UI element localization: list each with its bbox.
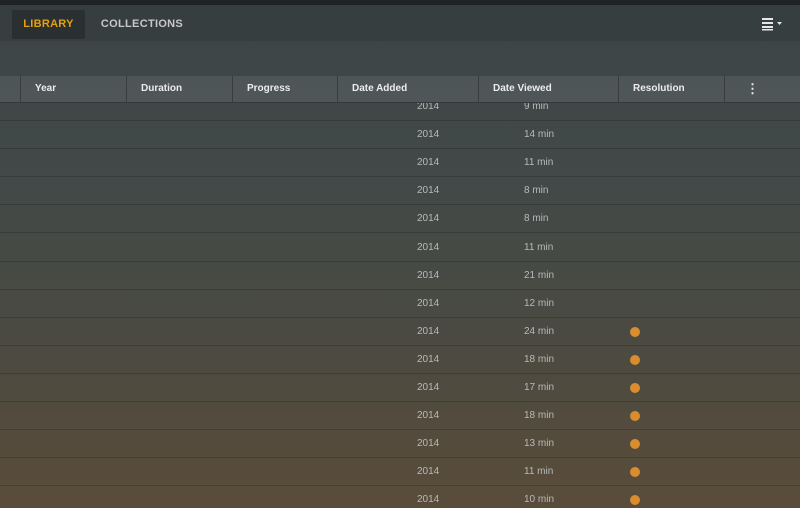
row-year: 2014 <box>417 297 440 309</box>
table-row[interactable]: 2014 12 min <box>0 290 800 318</box>
row-duration: 21 min <box>524 269 555 281</box>
row-duration: 24 min <box>524 325 555 337</box>
tab-collections[interactable]: COLLECTIONS <box>98 10 186 39</box>
row-year: 2014 <box>417 410 440 422</box>
unwatched-indicator-icon <box>630 411 640 422</box>
unwatched-indicator-icon <box>630 495 640 506</box>
unwatched-indicator-icon <box>630 354 640 365</box>
row-duration: 12 min <box>524 297 555 309</box>
table-row[interactable]: 2014 10 min <box>0 486 800 508</box>
row-duration: 14 min <box>524 129 555 141</box>
column-header-year[interactable]: Year <box>20 76 126 102</box>
table-row[interactable]: 2014 14 min <box>0 121 800 150</box>
table-row[interactable]: 2014 8 min <box>0 205 800 234</box>
table-header: Year Duration Progress Date Added Date V… <box>0 76 800 103</box>
row-duration: 17 min <box>524 382 555 393</box>
row-duration: 13 min <box>524 438 555 450</box>
unwatched-indicator-icon <box>630 383 640 393</box>
tab-bar: LIBRARY COLLECTIONS <box>0 5 800 41</box>
table-row[interactable]: 2014 11 min <box>0 149 800 178</box>
column-header-date-added[interactable]: Date Added <box>337 76 478 102</box>
column-header-progress[interactable]: Progress <box>232 76 337 102</box>
row-year: 2014 <box>417 438 440 450</box>
row-duration: 8 min <box>524 213 549 225</box>
unwatched-indicator-icon <box>630 467 640 478</box>
table-row[interactable]: 2014 17 min <box>0 374 800 402</box>
row-duration: 10 min <box>524 494 555 506</box>
column-header-title-edge[interactable] <box>0 76 20 102</box>
table-row[interactable]: 2014 21 min <box>0 262 800 290</box>
table-row[interactable]: 2014 18 min <box>0 402 800 431</box>
table-row[interactable]: 2014 9 min <box>0 103 800 121</box>
row-duration: 18 min <box>524 353 555 365</box>
row-year: 2014 <box>417 213 440 225</box>
row-year: 2014 <box>417 494 440 506</box>
row-duration: 9 min <box>524 103 549 112</box>
table-row[interactable]: 2014 11 min <box>0 458 800 487</box>
tab-library[interactable]: LIBRARY <box>12 10 85 39</box>
row-year: 2014 <box>417 382 440 393</box>
row-year: 2014 <box>417 269 440 281</box>
row-duration: 11 min <box>524 466 554 478</box>
row-duration: 18 min <box>524 410 555 422</box>
caret-down-icon <box>777 22 782 25</box>
table-body: 2014 9 min 2014 14 min 2014 11 min 2014 8 min 20… <box>0 103 800 508</box>
table-row[interactable]: 2014 18 min <box>0 346 800 374</box>
row-year: 2014 <box>417 466 440 478</box>
row-year: 2014 <box>417 241 440 253</box>
unwatched-indicator-icon <box>630 326 640 337</box>
column-header-date-viewed[interactable]: Date Viewed <box>478 76 618 102</box>
row-year: 2014 <box>417 353 440 365</box>
row-year: 2014 <box>417 325 440 337</box>
list-view-icon <box>762 18 782 31</box>
column-options-icon[interactable]: ⋮ <box>724 76 780 102</box>
view-mode-button[interactable] <box>762 16 786 32</box>
row-duration: 11 min <box>524 157 554 169</box>
row-duration: 8 min <box>524 185 549 197</box>
column-header-resolution[interactable]: Resolution <box>618 76 724 102</box>
row-year: 2014 <box>417 103 440 112</box>
column-header-duration[interactable]: Duration <box>126 76 232 102</box>
unwatched-indicator-icon <box>630 439 640 450</box>
table-row[interactable]: 2014 8 min <box>0 177 800 206</box>
row-year: 2014 <box>417 185 440 197</box>
row-year: 2014 <box>417 129 440 141</box>
row-duration: 11 min <box>524 241 554 253</box>
table-row[interactable]: 2014 13 min <box>0 430 800 459</box>
row-year: 2014 <box>417 157 440 169</box>
table-row[interactable]: 2014 24 min <box>0 318 800 346</box>
table-row[interactable]: 2014 11 min <box>0 234 800 262</box>
